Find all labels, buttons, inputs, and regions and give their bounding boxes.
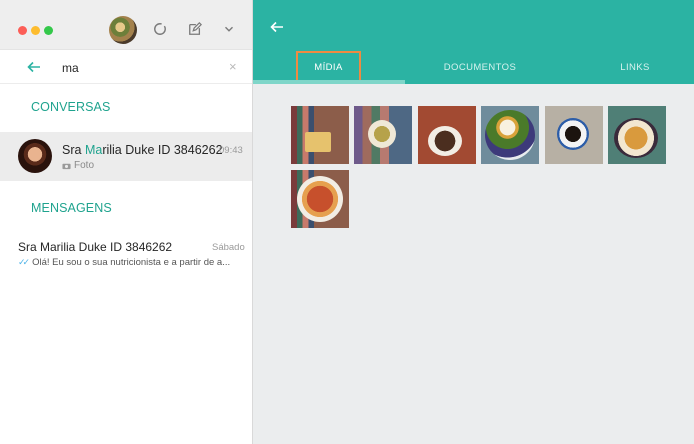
conversation-name: Sra Marilia Duke ID 3846262 (62, 143, 223, 157)
media-thumb-toast[interactable] (291, 106, 349, 164)
tab-documents[interactable]: DOCUMENTOS (430, 51, 530, 84)
media-thumb-plate[interactable] (481, 106, 539, 164)
chevron-down-icon[interactable] (220, 20, 238, 38)
search-match-highlight: Ma (84, 143, 103, 157)
message-row[interactable]: Sra Marilia Duke ID 3846262 Sábado ✓✓ Ol… (0, 230, 252, 270)
message-preview-text: Olá! Eu sou o sua nutricionista e a part… (32, 257, 231, 268)
conversation-subtitle: Foto (62, 160, 94, 171)
message-preview: ✓✓ Olá! Eu sou o sua nutricionista e a p… (18, 257, 230, 268)
section-header-conversations: CONVERSAS (31, 100, 111, 114)
status-icon[interactable] (151, 20, 169, 38)
window-zoom-button[interactable] (44, 26, 53, 35)
message-sender: Sra Marilia Duke ID 3846262 (18, 240, 173, 254)
media-thumb-croissant[interactable] (608, 106, 666, 164)
name-prefix: Sra (62, 143, 85, 157)
camera-icon (62, 163, 71, 169)
conversation-time: 09:43 (219, 145, 243, 156)
new-chat-icon[interactable] (186, 20, 204, 38)
tab-links[interactable]: LINKS (600, 51, 670, 84)
name-suffix: rilia Duke ID 3846262 (102, 143, 223, 157)
window-close-button[interactable] (18, 26, 27, 35)
back-arrow-icon[interactable] (270, 20, 284, 34)
section-header-messages: MENSAGENS (31, 201, 112, 215)
media-thumb-cake[interactable] (418, 106, 476, 164)
message-day: Sábado (212, 242, 245, 253)
media-thumb-pasta[interactable] (291, 170, 349, 228)
subtitle-text: Foto (74, 160, 95, 171)
active-tab-indicator (253, 80, 405, 84)
conversation-row[interactable]: Sra Marilia Duke ID 3846262 09:43 Foto (0, 132, 252, 181)
read-ticks-icon: ✓✓ (18, 257, 30, 267)
media-thumb-coffee[interactable] (545, 106, 603, 164)
window-minimize-button[interactable] (31, 26, 40, 35)
profile-avatar[interactable] (109, 16, 137, 44)
media-thumb-soup[interactable] (354, 106, 412, 164)
avatar (18, 139, 52, 173)
left-header (0, 0, 252, 50)
